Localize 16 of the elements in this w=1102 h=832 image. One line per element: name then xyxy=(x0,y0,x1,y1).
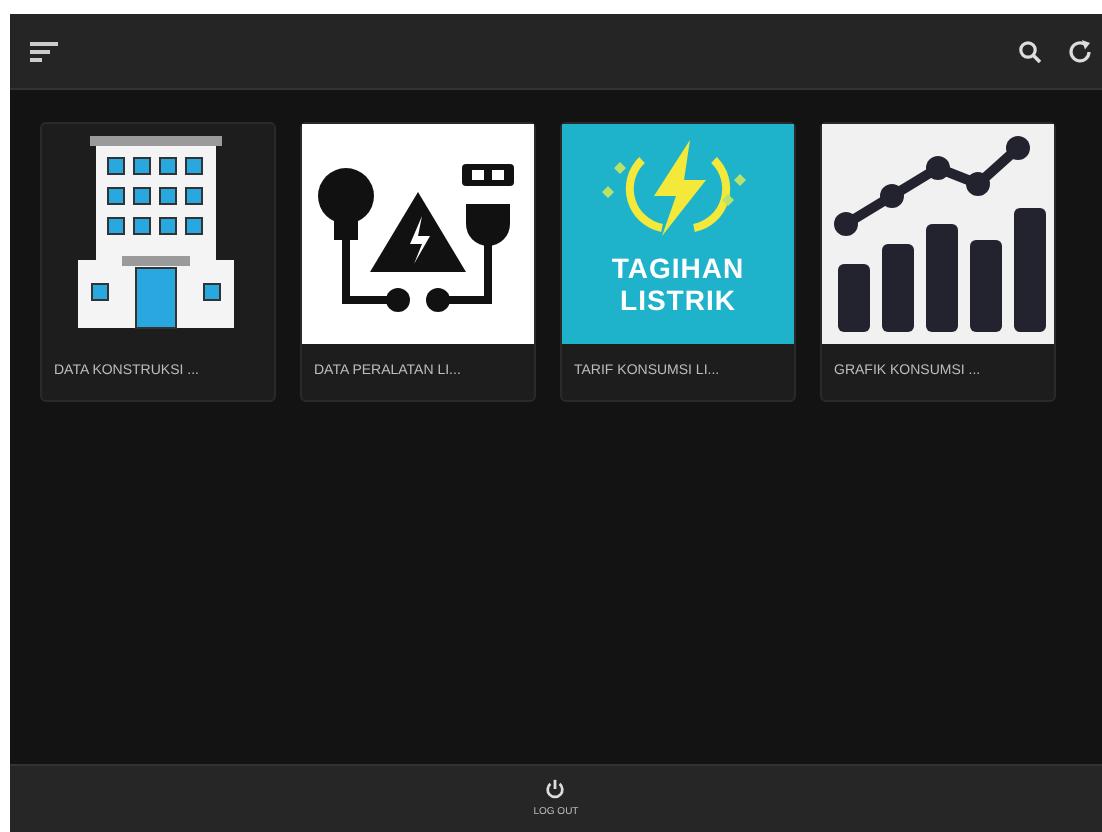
chart-point xyxy=(1006,136,1030,160)
chart-bar xyxy=(838,264,870,332)
chart-bar xyxy=(1014,208,1046,332)
chart-point xyxy=(834,212,858,236)
banner-text: LISTRIK xyxy=(620,284,736,316)
chart-bar xyxy=(926,224,958,332)
chart-point xyxy=(966,172,990,196)
refresh-icon[interactable] xyxy=(1066,37,1094,65)
chart-bar xyxy=(882,244,914,332)
chart-bar xyxy=(970,240,1002,332)
search-icon[interactable] xyxy=(1018,39,1042,63)
power-icon xyxy=(544,778,567,800)
chart-point xyxy=(880,184,904,208)
banner-text: TAGIHAN xyxy=(611,252,745,284)
menu-icon[interactable] xyxy=(30,41,58,61)
chart-point xyxy=(926,156,950,180)
